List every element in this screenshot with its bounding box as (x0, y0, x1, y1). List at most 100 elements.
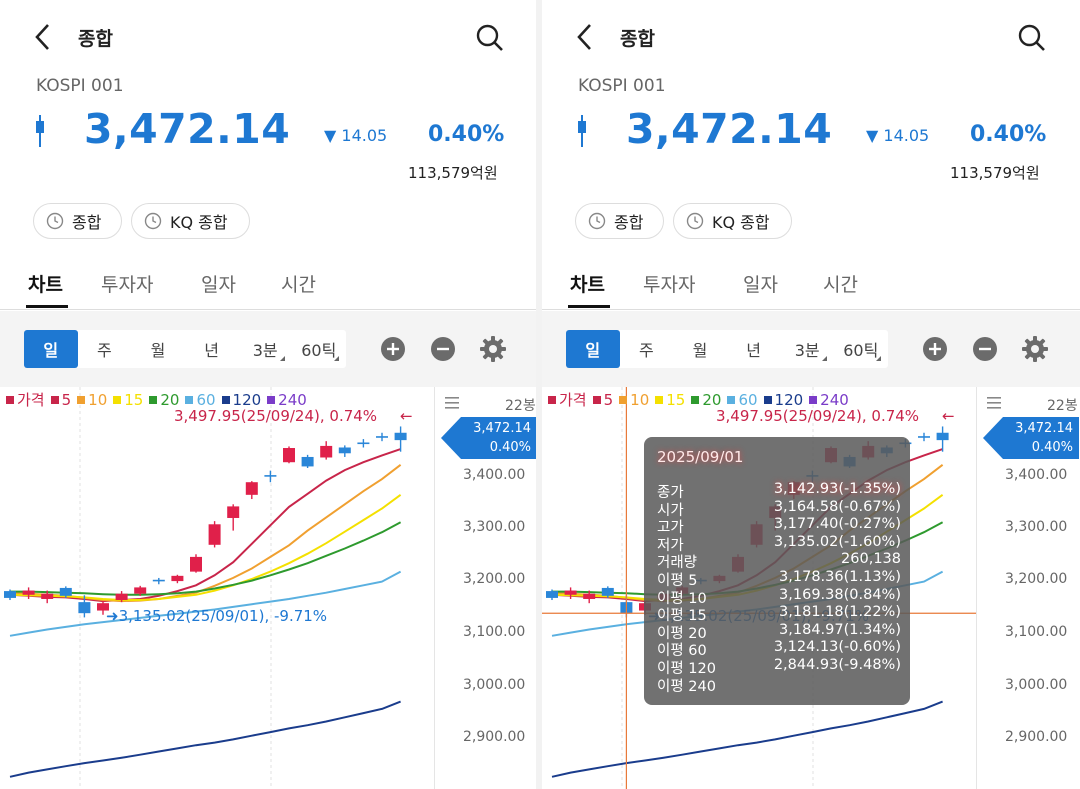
menu-icon[interactable] (445, 397, 459, 409)
period-minute[interactable]: 3분 (238, 330, 292, 368)
bar-count: 22봉 (1047, 398, 1078, 414)
candle-body (338, 447, 351, 454)
index-code: KOSPI 001 (578, 76, 666, 96)
price-chart[interactable] (0, 387, 434, 789)
legend-item: 가격 (6, 389, 45, 410)
tab-daily[interactable]: 일자 (201, 270, 236, 297)
tooltip-date: 2025/09/01 (657, 448, 744, 466)
period-week[interactable]: 주 (620, 330, 674, 368)
tooltip-value: 3,178.36(1.13%) (779, 569, 901, 585)
tooltip-label: 이평 240 (657, 678, 716, 695)
change-value: 14.05 (341, 126, 388, 145)
legend-swatch (727, 395, 736, 404)
tab-chart[interactable]: 차트 (570, 270, 605, 297)
legend-label: 60 (738, 390, 758, 409)
tab-time[interactable]: 시간 (823, 270, 858, 297)
tooltip-row: 저가 3,135.02(-1.60%) (657, 534, 901, 554)
gear-icon[interactable] (479, 335, 507, 363)
legend-label: 120 (232, 390, 262, 409)
zoom-out-icon[interactable] (429, 335, 457, 363)
tooltip-row: 고가 3,177.40(-0.27%) (657, 516, 901, 536)
zoom-out-icon[interactable] (971, 335, 999, 363)
period-tick[interactable]: 60틱 (834, 330, 888, 368)
legend-swatch (548, 395, 556, 404)
gear-icon[interactable] (1021, 335, 1049, 363)
menu-icon[interactable] (987, 397, 1001, 409)
tag-price: 3,472.14 (1015, 421, 1073, 436)
period-selector: 일 주 월 년 3분 60틱 (24, 330, 346, 368)
tooltip-row: 이평 60 3,124.13(-0.60%) (657, 639, 901, 659)
back-button[interactable] (568, 20, 602, 54)
chart-area[interactable]: 가격 5 10 15 20 60 120 240 3,497.95(25/09/24), 0.… (0, 387, 536, 789)
period-week[interactable]: 주 (78, 330, 132, 368)
chart-area[interactable]: 가격 5 10 15 20 60 120 240 3,497.95(25/09/24), 0.… (542, 387, 1080, 789)
legend-label: 120 (774, 390, 804, 409)
period-tick[interactable]: 60틱 (292, 330, 346, 368)
candle-body (59, 587, 72, 596)
tooltip-row: 이평 10 3,169.38(0.84%) (657, 587, 901, 607)
chip-kospi[interactable]: 종합 (33, 203, 122, 239)
search-button[interactable] (470, 20, 510, 56)
period-day[interactable]: 일 (566, 330, 620, 368)
tab-time[interactable]: 시간 (281, 270, 316, 297)
period-minute[interactable]: 3분 (780, 330, 834, 368)
search-icon (1018, 24, 1045, 51)
chip-label: KQ 종합 (170, 213, 228, 232)
period-selector: 일 주 월 년 3분 60틱 (566, 330, 888, 368)
tooltip-value: 3,177.40(-0.27%) (773, 516, 901, 533)
y-tick: 3,300.00 (463, 519, 526, 535)
candle-body (546, 591, 558, 598)
legend-label: 20 (160, 390, 180, 409)
chip-kosdaq[interactable]: KQ 종합 (131, 203, 250, 239)
arrow-left-icon: ← (400, 407, 413, 425)
period-month[interactable]: 월 (673, 330, 727, 368)
period-month[interactable]: 월 (131, 330, 185, 368)
legend-label: 20 (702, 390, 722, 409)
tab-investor[interactable]: 투자자 (101, 270, 153, 297)
price-change: ▼ 14.05 (324, 126, 387, 145)
tab-chart[interactable]: 차트 (28, 270, 63, 297)
change-value: 14.05 (883, 126, 930, 145)
y-axis: 22봉 3,472.14 0.40% 3,400.00 3,300.00 3,20… (976, 387, 1079, 789)
zoom-in-icon[interactable] (921, 335, 949, 363)
period-day[interactable]: 일 (24, 330, 78, 368)
back-button[interactable] (26, 20, 60, 54)
arrow-left-icon: ← (942, 407, 955, 425)
high-price-label: 3,497.95(25/09/24), 0.74% (174, 407, 378, 425)
chip-kosdaq[interactable]: KQ 종합 (673, 203, 792, 239)
down-triangle-icon: ▼ (324, 126, 342, 145)
page-title: 종합 (620, 28, 655, 50)
legend-label: 10 (88, 390, 108, 409)
ma-line-120 (551, 700, 943, 778)
y-tick: 3,400.00 (1005, 467, 1068, 483)
chevron-left-icon (35, 24, 49, 50)
dropdown-corner-icon (333, 356, 339, 361)
chip-kospi[interactable]: 종합 (575, 203, 664, 239)
candle-body (283, 448, 295, 463)
tab-bar: 차트 투자자 일자 시간 (542, 262, 1080, 310)
clock-icon (588, 212, 606, 230)
tab-indicator (568, 305, 610, 308)
period-year[interactable]: 년 (185, 330, 239, 368)
tab-daily[interactable]: 일자 (743, 270, 778, 297)
legend-swatch (267, 395, 276, 404)
candle-body (936, 432, 949, 441)
candle-body (583, 593, 596, 599)
tab-investor[interactable]: 투자자 (643, 270, 695, 297)
y-tick: 3,100.00 (463, 624, 526, 640)
period-year[interactable]: 년 (727, 330, 781, 368)
tooltip-row: 이평 240 (657, 675, 901, 695)
candle-icon (36, 115, 44, 147)
legend-label: 10 (630, 390, 650, 409)
search-button[interactable] (1012, 20, 1052, 56)
candle-body (301, 456, 314, 467)
screen-left: 종합 KOSPI 001 3,472.14 ▼ 14.05 0.40% 113,… (0, 0, 536, 789)
tooltip-value: 3,181.18(1.22%) (779, 604, 901, 621)
legend-swatch (113, 395, 122, 404)
candle-body (78, 602, 91, 614)
y-tick: 3,200.00 (463, 571, 526, 587)
zoom-in-icon[interactable] (379, 335, 407, 363)
tooltip-row: 이평 5 3,178.36(1.13%) (657, 569, 901, 589)
page-title: 종합 (78, 28, 113, 50)
current-price-tag-text: 3,472.14 0.40% (469, 419, 531, 457)
